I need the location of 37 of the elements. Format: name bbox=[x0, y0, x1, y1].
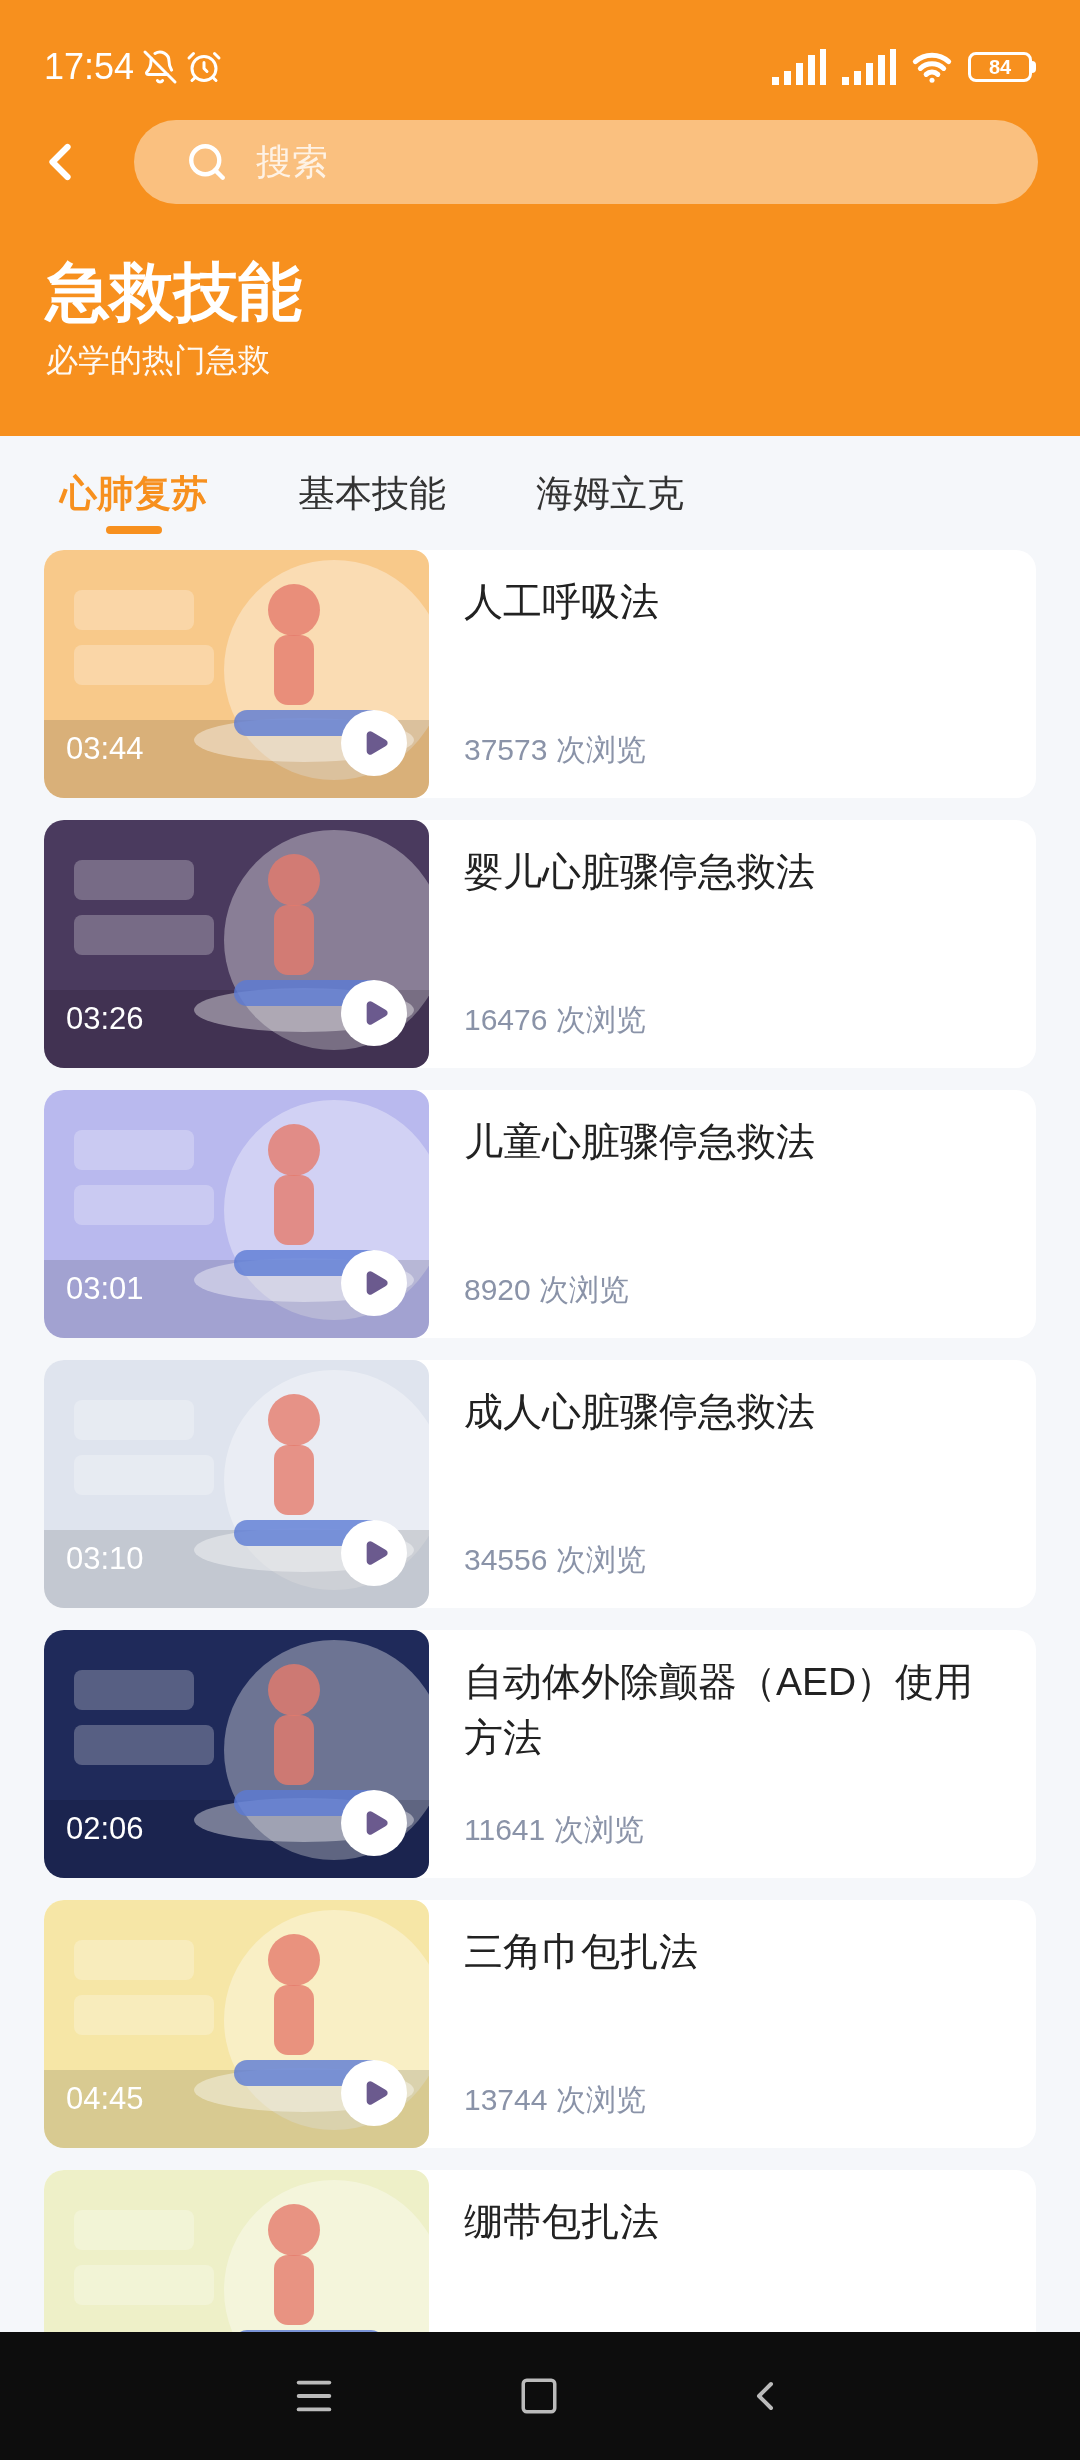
video-title: 绷带包扎法 bbox=[464, 2199, 660, 2245]
video-duration: 03:44 bbox=[66, 729, 144, 768]
view-count: 37573 次浏览 bbox=[464, 732, 647, 768]
video-card[interactable]: 02:06 自动体外除颤器（AED）使用方法 11641 次浏览 bbox=[44, 1630, 1036, 1878]
video-card[interactable]: 04:45 三角巾包扎法 13744 次浏览 bbox=[44, 1900, 1036, 2148]
video-title: 成人心脏骤停急救法 bbox=[464, 1389, 816, 1435]
tab[interactable]: 海姆立克 bbox=[536, 462, 684, 540]
bell-off-icon bbox=[142, 49, 179, 85]
video-card[interactable]: 03:10 成人心脏骤停急救法 34556 次浏览 bbox=[44, 1360, 1036, 1608]
page-title: 急救技能 bbox=[46, 260, 303, 324]
view-count: 11641 次浏览 bbox=[464, 1812, 645, 1848]
tab[interactable]: 基本技能 bbox=[298, 462, 446, 540]
status-time: 17:54 bbox=[44, 45, 135, 89]
search-icon bbox=[186, 141, 228, 183]
battery-level: 84 bbox=[988, 55, 1012, 80]
video-duration: 04:45 bbox=[66, 2079, 144, 2118]
video-card[interactable]: 03:44 人工呼吸法 37573 次浏览 bbox=[44, 550, 1036, 798]
video-duration: 02:06 bbox=[66, 1809, 144, 1848]
video-duration: 03:26 bbox=[66, 999, 144, 1038]
video-card[interactable]: 03:01 儿童心脏骤停急救法 8920 次浏览 bbox=[44, 1090, 1036, 1338]
page-subtitle: 必学的热门急救 bbox=[46, 344, 271, 376]
signal-icon bbox=[770, 49, 826, 85]
video-title: 婴儿心脏骤停急救法 bbox=[464, 849, 816, 895]
video-duration: 03:10 bbox=[66, 1539, 144, 1578]
video-title: 三角巾包扎法 bbox=[464, 1929, 699, 1975]
video-duration: 03:01 bbox=[66, 1269, 144, 1308]
video-title: 人工呼吸法 bbox=[464, 579, 660, 625]
video-card[interactable]: 绷带包扎法 bbox=[44, 2170, 1036, 2332]
video-title: 儿童心脏骤停急救法 bbox=[464, 1119, 816, 1165]
video-card[interactable]: 03:26 婴儿心脏骤停急救法 16476 次浏览 bbox=[44, 820, 1036, 1068]
view-count: 13744 次浏览 bbox=[464, 2082, 647, 2118]
view-count: 16476 次浏览 bbox=[464, 1002, 647, 1038]
view-count: 34556 次浏览 bbox=[464, 1542, 647, 1578]
signal-icon bbox=[840, 49, 896, 85]
video-title: 自动体外除颤器（AED）使用方法 bbox=[464, 1659, 975, 1761]
view-count: 8920 次浏览 bbox=[464, 1272, 631, 1308]
alarm-clock-icon bbox=[186, 49, 223, 85]
